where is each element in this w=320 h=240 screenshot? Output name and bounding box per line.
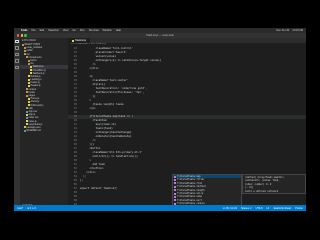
explorer-icon[interactable]: [15, 40, 19, 44]
line-text: </p>: [80, 106, 96, 110]
autocomplete-details: (method) Array<Task>.map<U>( callbackfn:…: [242, 174, 306, 194]
folder-icon: [27, 59, 30, 62]
status-bar-right: Ln 39, Col 24 Spaces: 2 UTF-8 LF JavaScr…: [223, 207, 303, 210]
tree-file[interactable]: README.md: [20, 129, 68, 132]
method-icon: [174, 189, 176, 192]
method-icon: [174, 192, 176, 195]
folder-icon: [23, 53, 26, 56]
run-debug-icon[interactable]: [15, 59, 19, 63]
line-text: </div>: [80, 66, 99, 70]
code-editor[interactable]: TaskList.js src > components > list > Ta…: [68, 38, 306, 205]
method-icon: [174, 199, 176, 202]
js-file-icon: [25, 113, 28, 116]
line-text: export default TaskList;: [80, 186, 118, 190]
method-icon: [174, 196, 176, 199]
js-file-icon: [27, 100, 30, 103]
details-line: Calls a defined callback: [245, 189, 279, 193]
css-file-icon: [25, 110, 28, 113]
js-file-icon: [27, 78, 30, 81]
vscode-window: Code File Edit Selection View Go Run Ter…: [14, 28, 306, 211]
search-icon[interactable]: [15, 46, 19, 50]
tree-item-label: README.md: [26, 129, 41, 133]
css-file-icon: [25, 116, 28, 119]
folder-icon: [27, 62, 30, 65]
encoding-status[interactable]: UTF-8: [256, 207, 263, 210]
desktop-background: Code File Edit Selection View Go Run Ter…: [0, 0, 320, 240]
language-mode-status[interactable]: JavaScript React: [273, 207, 291, 210]
folder-icon: [25, 94, 28, 97]
method-icon: [174, 179, 176, 182]
folder-icon: [23, 46, 26, 49]
autocomplete-list[interactable]: filteredTasks.map filteredTasks.filter fil…: [172, 174, 242, 205]
indentation-status[interactable]: Spaces: 2: [241, 207, 252, 210]
line-text: };: [80, 178, 84, 182]
git-branch-status[interactable]: main*: [17, 207, 23, 210]
js-file-icon: [72, 39, 74, 42]
source-control-icon[interactable]: [15, 52, 19, 57]
md-file-icon: [23, 129, 26, 132]
method-icon: [174, 182, 176, 185]
js-file-icon: [27, 81, 30, 84]
extensions-icon[interactable]: [15, 65, 19, 69]
prettier-status[interactable]: Prettier: [295, 207, 303, 210]
js-file-icon: [27, 97, 30, 100]
method-icon: [174, 175, 176, 178]
folder-icon: [25, 88, 28, 91]
file-tree: REACT-TODO node_modules public src component…: [20, 43, 68, 132]
explorer-sidebar: EXPLORER REACT-TODO node_modules public src…: [20, 38, 68, 211]
eol-status[interactable]: LF: [266, 207, 269, 210]
js-file-icon: [29, 65, 32, 68]
folder-icon: [21, 43, 24, 46]
problems-status[interactable]: ⊗ 0 ⚠ 0: [27, 207, 36, 210]
method-icon: [174, 185, 176, 188]
status-bar: main* ⊗ 0 ⚠ 0 Ln 39, Col 24 Spaces: 2 UT…: [14, 205, 306, 211]
folder-icon: [23, 49, 26, 52]
cursor-position-status[interactable]: Ln 39, Col 24: [223, 207, 237, 210]
